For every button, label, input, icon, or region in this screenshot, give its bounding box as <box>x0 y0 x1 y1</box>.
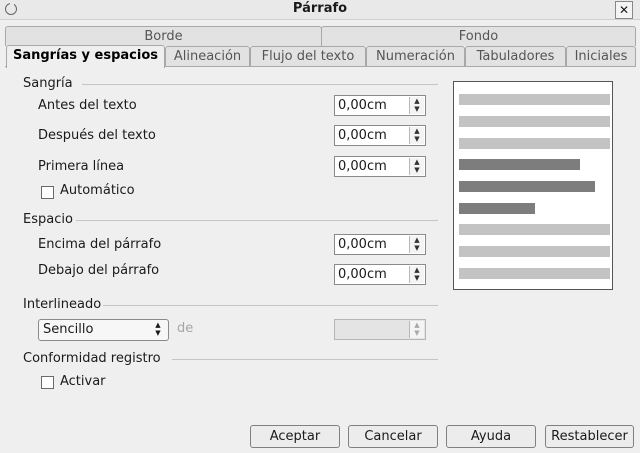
close-button[interactable]: ✕ <box>615 1 633 19</box>
preview-line <box>459 181 595 192</box>
tab-flujo-del-texto[interactable]: Flujo del texto <box>250 46 366 67</box>
preview-line <box>459 203 535 214</box>
spin-arrows-icon[interactable]: ▲ ▼ <box>409 266 424 283</box>
line-spacing-selected[interactable]: Sencillo <box>43 322 93 337</box>
above-paragraph-value[interactable]: 0,00cm <box>338 237 387 252</box>
line-spacing-of-label: de <box>177 321 194 336</box>
paragraph-preview <box>453 81 613 290</box>
preview-line <box>459 268 610 279</box>
tab-tabuladores[interactable]: Tabuladores <box>465 46 566 67</box>
spin-arrows-icon[interactable]: ▲ ▼ <box>409 97 424 114</box>
activate-checkbox[interactable] <box>41 376 54 389</box>
preview-line <box>459 159 580 170</box>
activate-label[interactable]: Activar <box>60 374 106 389</box>
before-text-spinner[interactable]: 0,00cm ▲ ▼ <box>334 95 426 116</box>
tab-sangrias-y-espacios[interactable]: Sangrías y espacios <box>6 45 165 68</box>
spin-arrows-icon[interactable]: ▲ ▼ <box>409 158 424 175</box>
window-title: Párrafo <box>292 1 348 16</box>
above-paragraph-label: Encima del párrafo <box>38 237 162 252</box>
line-spacing-select[interactable]: Sencillo ▲ ▼ <box>38 319 169 341</box>
after-text-spinner[interactable]: 0,00cm ▲ ▼ <box>334 125 426 146</box>
preview-line <box>459 138 610 149</box>
first-line-spinner[interactable]: 0,00cm ▲ ▼ <box>334 156 426 177</box>
spin-arrows-icon[interactable]: ▲ ▼ <box>409 236 424 253</box>
line-spacing-value-spinner[interactable]: ▲ ▼ <box>334 319 426 340</box>
automatic-label[interactable]: Automático <box>60 183 135 198</box>
spin-arrows-icon[interactable]: ▲ ▼ <box>409 127 424 144</box>
spacing-heading: Espacio <box>23 212 73 227</box>
tab-numeracion[interactable]: Numeración <box>366 46 465 67</box>
below-paragraph-label: Debajo del párrafo <box>38 263 160 278</box>
preview-line <box>459 94 610 105</box>
below-paragraph-spinner[interactable]: 0,00cm ▲ ▼ <box>334 264 426 285</box>
preview-line <box>459 224 610 235</box>
combo-arrows-icon[interactable]: ▲ ▼ <box>151 321 165 337</box>
help-button[interactable]: Ayuda <box>446 425 536 448</box>
before-text-label: Antes del texto <box>38 98 137 113</box>
preview-line <box>459 246 610 257</box>
before-text-value[interactable]: 0,00cm <box>338 98 387 113</box>
register-separator <box>172 359 438 360</box>
tab-iniciales[interactable]: Iniciales <box>566 46 636 67</box>
tab-alineacion[interactable]: Alineación <box>165 46 250 67</box>
indent-heading: Sangría <box>23 76 73 91</box>
after-text-label: Después del texto <box>38 128 156 143</box>
register-heading: Conformidad registro <box>23 351 161 366</box>
after-text-value[interactable]: 0,00cm <box>338 128 387 143</box>
cancel-button[interactable]: Cancelar <box>348 425 438 448</box>
above-paragraph-spinner[interactable]: 0,00cm ▲ ▼ <box>334 234 426 255</box>
first-line-value[interactable]: 0,00cm <box>338 159 387 174</box>
automatic-checkbox[interactable] <box>41 186 54 199</box>
tab-borde[interactable]: Borde <box>5 26 322 46</box>
below-paragraph-value[interactable]: 0,00cm <box>338 267 387 282</box>
spin-arrows-icon[interactable]: ▲ ▼ <box>409 321 424 338</box>
reset-button[interactable]: Restablecer <box>545 425 634 448</box>
first-line-label: Primera línea <box>38 159 125 174</box>
preview-line <box>459 116 610 127</box>
spacing-separator <box>76 220 438 221</box>
line-spacing-heading: Interlineado <box>23 297 102 312</box>
line-spacing-separator <box>103 305 438 306</box>
ok-button[interactable]: Aceptar <box>250 425 340 448</box>
tab-fondo[interactable]: Fondo <box>321 26 636 46</box>
indent-separator <box>82 84 438 85</box>
